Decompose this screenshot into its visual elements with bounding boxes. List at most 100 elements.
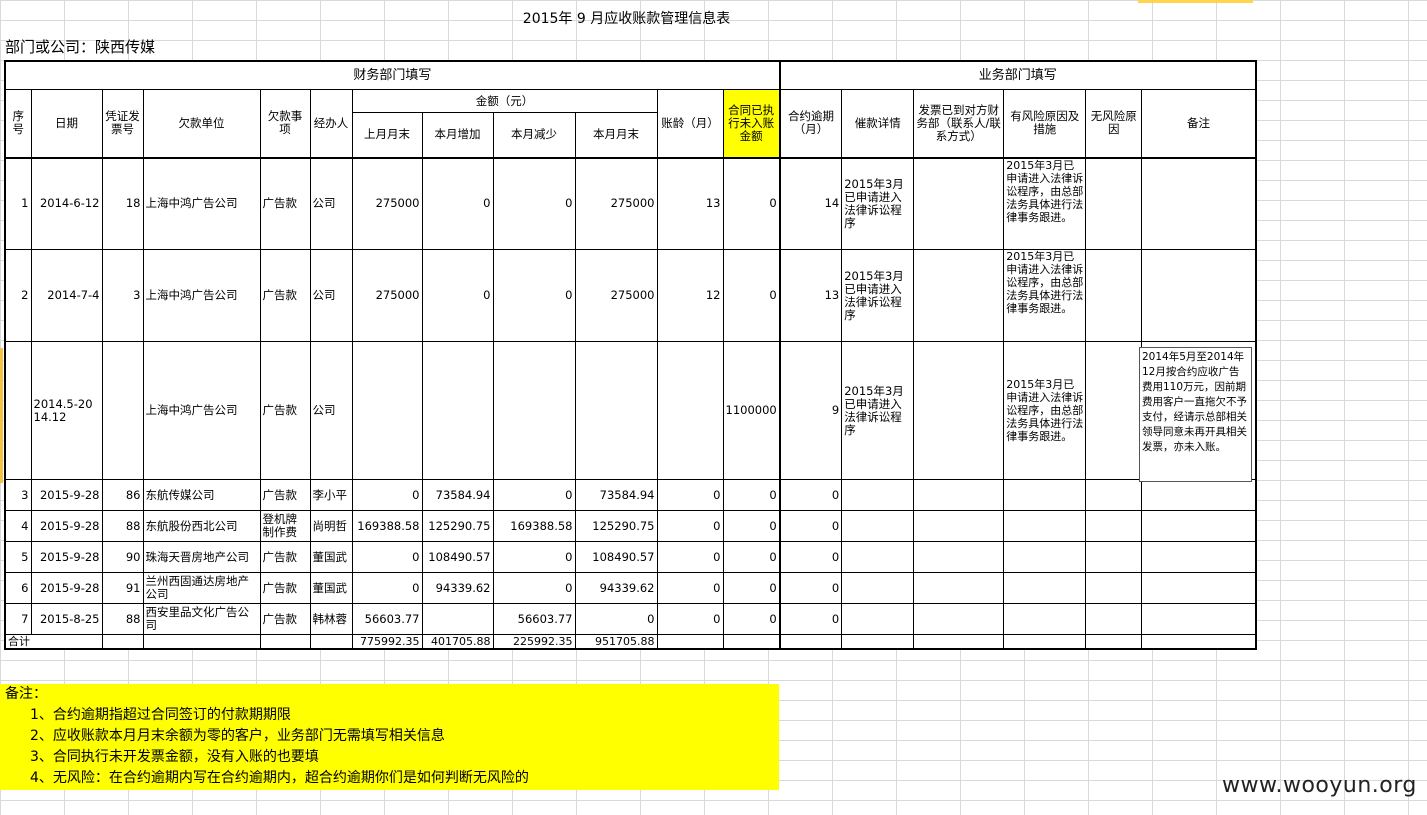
header-month-end[interactable]: 本月月末 bbox=[574, 112, 658, 159]
cell-date[interactable]: 2015-8-25 bbox=[30, 603, 103, 635]
cell-remark[interactable] bbox=[1141, 249, 1257, 342]
cell-date[interactable]: 2015-9-28 bbox=[30, 510, 103, 542]
cell-age[interactable]: 0 bbox=[656, 510, 724, 542]
cell-remark[interactable] bbox=[1141, 479, 1257, 511]
cell-inc[interactable]: 0 bbox=[421, 249, 494, 342]
cell-inc[interactable] bbox=[421, 603, 494, 635]
cell-voucher[interactable]: 88 bbox=[101, 510, 144, 542]
cell-handler[interactable]: 公司 bbox=[309, 341, 353, 480]
cell-unbilled[interactable]: 0 bbox=[722, 572, 781, 604]
header-risk-reason[interactable]: 有风险原因及措施 bbox=[1003, 89, 1087, 158]
cell-risk[interactable] bbox=[1003, 510, 1087, 542]
cell-inc[interactable]: 0 bbox=[421, 157, 494, 250]
cell-invoice[interactable] bbox=[913, 249, 1005, 342]
header-debtor[interactable]: 欠款单位 bbox=[142, 89, 261, 158]
cell-prev[interactable]: 0 bbox=[351, 479, 423, 511]
cell-dec[interactable]: 0 bbox=[492, 249, 576, 342]
note-item[interactable]: 4、无风险：在合约逾期内写在合约逾期内，超合约逾期你们是如何判断无风险的 bbox=[0, 768, 779, 789]
cell-unbilled[interactable]: 0 bbox=[722, 479, 781, 511]
cell-seq[interactable]: 2 bbox=[4, 249, 32, 342]
cell-norisk[interactable] bbox=[1085, 479, 1143, 511]
cell-norisk[interactable] bbox=[1085, 157, 1143, 250]
cell-remark[interactable] bbox=[1141, 603, 1257, 635]
cell-seq[interactable]: 1 bbox=[4, 157, 32, 250]
cell-seq[interactable]: 5 bbox=[4, 541, 32, 573]
cell-dec[interactable]: 169388.58 bbox=[492, 510, 576, 542]
cell-debtor[interactable]: 上海中鸿广告公司 bbox=[142, 249, 261, 342]
cell-end[interactable]: 275000 bbox=[574, 157, 658, 250]
cell-handler[interactable]: 公司 bbox=[309, 157, 353, 250]
cell-handler[interactable]: 董国武 bbox=[309, 541, 353, 573]
note-item[interactable]: 1、合约逾期指超过合同签订的付款期期限 bbox=[0, 705, 779, 726]
cell-end[interactable]: 0 bbox=[574, 603, 658, 635]
cell-dec[interactable]: 0 bbox=[492, 541, 576, 573]
cell-dec[interactable]: 56603.77 bbox=[492, 603, 576, 635]
cell-seq[interactable]: 7 bbox=[4, 603, 32, 635]
notes-head[interactable]: 备注： bbox=[0, 684, 779, 705]
cell-age[interactable]: 13 bbox=[656, 157, 724, 250]
cell-invoice[interactable] bbox=[913, 603, 1005, 635]
total-cell-empty[interactable] bbox=[913, 634, 1005, 650]
cell-date[interactable]: 2014-6-12 bbox=[30, 157, 103, 250]
total-cell-empty[interactable] bbox=[1085, 634, 1143, 650]
cell-overdue[interactable]: 14 bbox=[779, 157, 843, 250]
cell-prev[interactable]: 169388.58 bbox=[351, 510, 423, 542]
total-cell-empty[interactable] bbox=[722, 634, 781, 650]
cell-voucher[interactable]: 86 bbox=[101, 479, 144, 511]
cell-overdue[interactable]: 0 bbox=[779, 603, 843, 635]
total-cell-empty[interactable] bbox=[142, 634, 261, 650]
cell-end[interactable]: 73584.94 bbox=[574, 479, 658, 511]
cell-norisk[interactable] bbox=[1085, 249, 1143, 342]
header-remark[interactable]: 备注 bbox=[1141, 89, 1257, 158]
cell-debtor[interactable]: 东航股份西北公司 bbox=[142, 510, 261, 542]
cell-unbilled[interactable]: 0 bbox=[722, 157, 781, 250]
cell-collection[interactable] bbox=[841, 603, 915, 635]
cell-collection[interactable] bbox=[841, 510, 915, 542]
cell-age[interactable] bbox=[656, 341, 724, 480]
cell-date[interactable]: 2015-9-28 bbox=[30, 541, 103, 573]
cell-overdue[interactable]: 0 bbox=[779, 572, 843, 604]
cell-risk[interactable] bbox=[1003, 603, 1087, 635]
cell-invoice[interactable] bbox=[913, 479, 1005, 511]
cell-debtor[interactable]: 上海中鸿广告公司 bbox=[142, 157, 261, 250]
cell-risk[interactable]: 2015年3月已申请进入法律诉讼程序，由总部法务具体进行法律事务跟进。 bbox=[1003, 157, 1087, 250]
cell-inc[interactable]: 94339.62 bbox=[421, 572, 494, 604]
cell-debtor[interactable]: 兰州西固通达房地产公司 bbox=[142, 572, 261, 604]
header-month-decrease[interactable]: 本月减少 bbox=[492, 112, 576, 159]
cell-overdue[interactable]: 0 bbox=[779, 479, 843, 511]
cell-invoice[interactable] bbox=[913, 157, 1005, 250]
cell-collection[interactable]: 2015年3月已申请进入法律诉讼程序 bbox=[841, 341, 915, 480]
cell-overdue[interactable]: 13 bbox=[779, 249, 843, 342]
cell-unbilled[interactable]: 0 bbox=[722, 249, 781, 342]
header-amount-group[interactable]: 金额（元） bbox=[351, 89, 658, 113]
cell-item[interactable]: 广告款 bbox=[259, 157, 311, 250]
header-month-increase[interactable]: 本月增加 bbox=[421, 112, 494, 159]
cell-debtor[interactable]: 西安里品文化广告公司 bbox=[142, 603, 261, 635]
cell-end[interactable]: 275000 bbox=[574, 249, 658, 342]
cell-inc[interactable]: 73584.94 bbox=[421, 479, 494, 511]
cell-risk[interactable] bbox=[1003, 572, 1087, 604]
cell-voucher[interactable]: 88 bbox=[101, 603, 144, 635]
cell-overdue[interactable]: 0 bbox=[779, 541, 843, 573]
cell-dec[interactable]: 0 bbox=[492, 479, 576, 511]
cell-end[interactable]: 108490.57 bbox=[574, 541, 658, 573]
cell-risk[interactable] bbox=[1003, 541, 1087, 573]
cell-inc[interactable]: 108490.57 bbox=[421, 541, 494, 573]
total-cell-prev[interactable]: 775992.35 bbox=[351, 634, 423, 650]
cell-voucher[interactable] bbox=[101, 341, 144, 480]
cell-prev[interactable]: 0 bbox=[351, 572, 423, 604]
cell-handler[interactable]: 公司 bbox=[309, 249, 353, 342]
cell-inc[interactable] bbox=[421, 341, 494, 480]
header-no-risk-reason[interactable]: 无风险原因 bbox=[1085, 89, 1143, 158]
cell-prev[interactable]: 56603.77 bbox=[351, 603, 423, 635]
department-label[interactable]: 部门或公司：陕西传媒 bbox=[5, 36, 155, 57]
cell-dec[interactable]: 0 bbox=[492, 157, 576, 250]
header-invoice-delivered[interactable]: 发票已到对方财务部（联系人/联系方式） bbox=[913, 89, 1005, 158]
total-cell-empty[interactable] bbox=[1003, 634, 1087, 650]
header-voucher[interactable]: 凭证发票号 bbox=[101, 89, 144, 158]
cell-voucher[interactable]: 91 bbox=[101, 572, 144, 604]
header-item[interactable]: 欠款事项 bbox=[259, 89, 311, 158]
section-finance[interactable]: 财务部门填写 bbox=[4, 60, 781, 90]
cell-remark[interactable] bbox=[1141, 572, 1257, 604]
header-contract-unbilled[interactable]: 合同已执行未入账金额 bbox=[722, 89, 781, 158]
